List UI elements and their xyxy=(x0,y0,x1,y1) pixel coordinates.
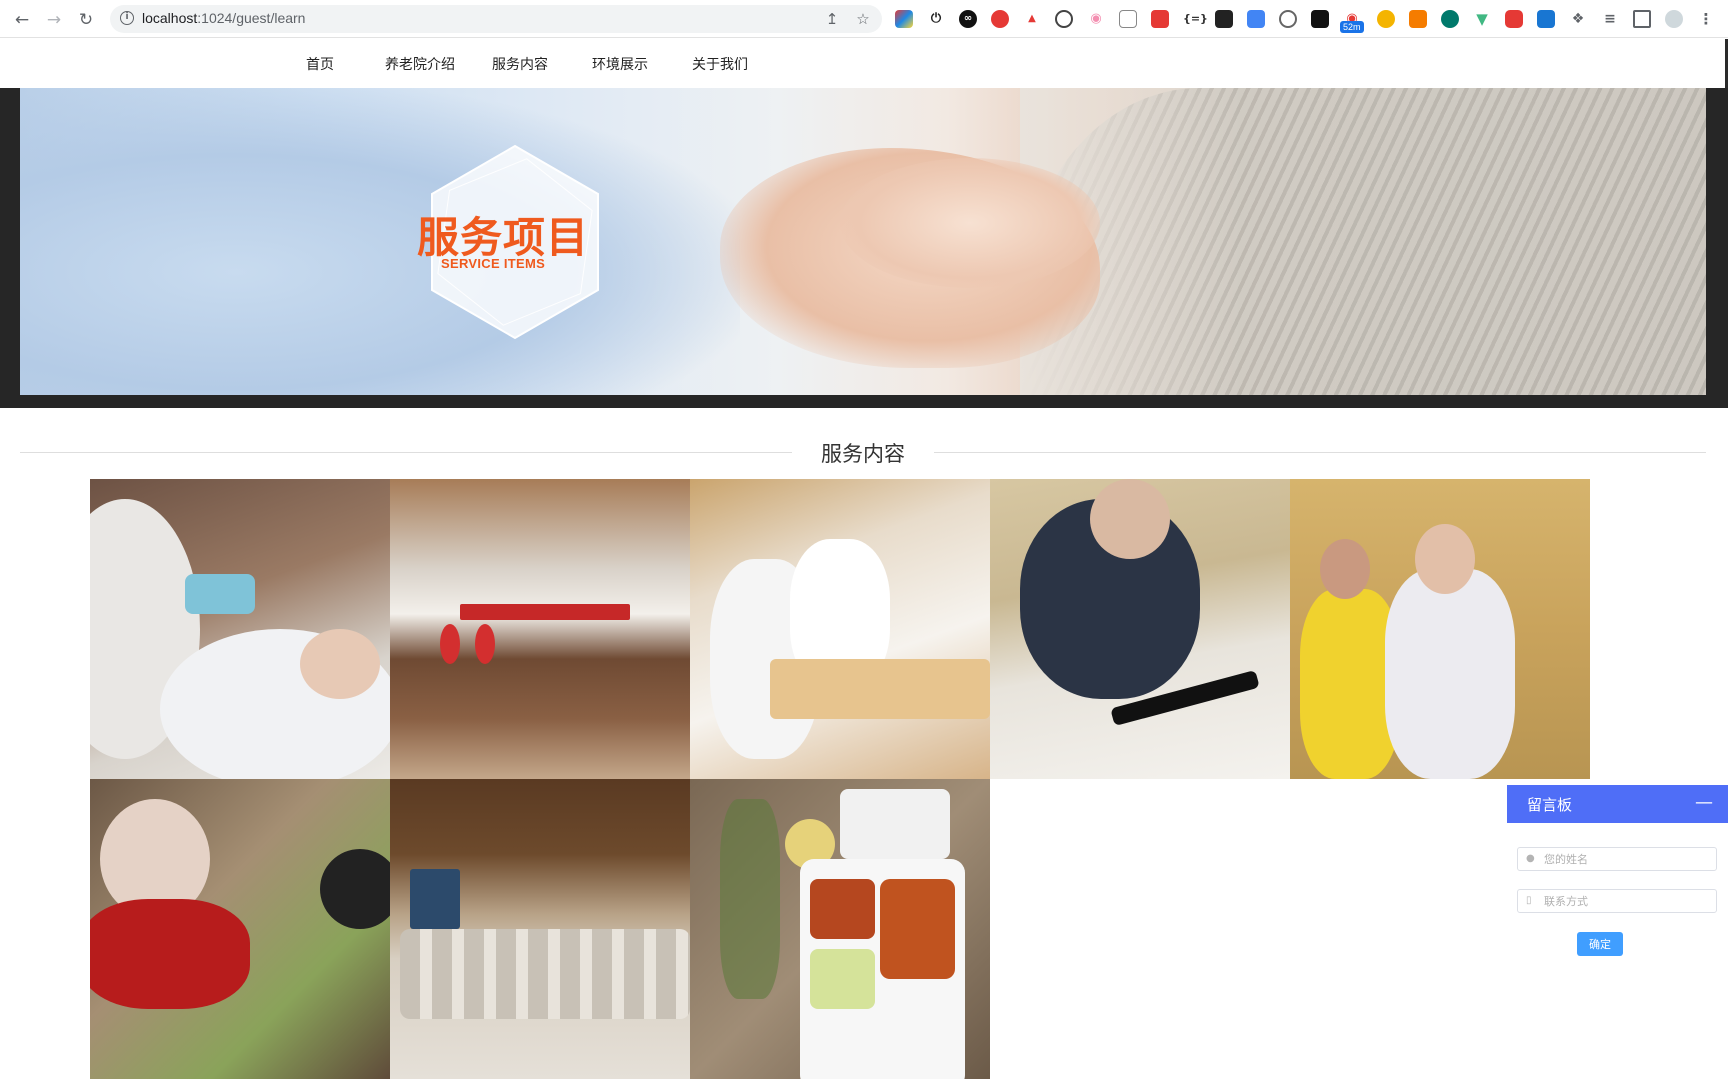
message-board-title: 留言板 xyxy=(1527,796,1573,814)
banner-sleeve xyxy=(20,88,740,395)
side-panel-icon[interactable] xyxy=(1633,10,1651,28)
section-divider-left xyxy=(20,452,792,453)
minimize-icon[interactable]: — xyxy=(1694,792,1714,813)
forward-icon[interactable]: → xyxy=(43,9,65,31)
caregiver-with-elder-photo[interactable] xyxy=(1290,479,1590,779)
phone-icon: ▯ xyxy=(1526,895,1532,906)
extension-infinity-icon[interactable]: ∞ xyxy=(959,10,977,28)
url-path: :1024/guest/learn xyxy=(197,10,306,26)
extension-terminal-icon[interactable] xyxy=(1215,10,1233,28)
browser-menu-icon[interactable]: ⋮ xyxy=(1697,10,1715,28)
site-nav: 首页 养老院介绍 服务内容 环境展示 关于我们 xyxy=(0,39,1728,88)
extension-tree-icon[interactable]: ▲ xyxy=(1023,10,1041,28)
banner-image xyxy=(20,88,1706,395)
name-input[interactable] xyxy=(1544,850,1712,868)
lecture-hall-photo[interactable] xyxy=(390,779,690,1079)
extension-blue-icon[interactable] xyxy=(1247,10,1265,28)
extension-video-icon[interactable] xyxy=(1505,10,1523,28)
nav-item-about[interactable]: 关于我们 xyxy=(692,54,748,74)
banner-subtitle: SERVICE ITEMS xyxy=(441,256,546,271)
extension-badge: 52m xyxy=(1340,21,1364,33)
extension-red-icon[interactable] xyxy=(991,10,1009,28)
extension-teal-icon[interactable] xyxy=(1441,10,1459,28)
reception-desk-photo[interactable] xyxy=(390,479,690,779)
back-icon[interactable]: ← xyxy=(11,9,33,31)
message-board: 留言板 — ● ▯ 确定 xyxy=(1507,785,1728,986)
extension-circle-icon[interactable] xyxy=(1279,10,1297,28)
service-gallery xyxy=(90,479,1590,1079)
extension-puzzle-red-icon[interactable] xyxy=(1151,10,1169,28)
section-title: 服务内容 xyxy=(821,442,905,466)
extensions-puzzle-icon[interactable]: ❖ xyxy=(1569,10,1587,28)
banner-hand-top xyxy=(840,158,1100,288)
extension-cookie-icon[interactable] xyxy=(1377,10,1395,28)
extension-power-icon[interactable]: ⏻ xyxy=(927,10,945,28)
banner-section: 服务项目 SERVICE ITEMS xyxy=(0,88,1728,408)
user-icon: ● xyxy=(1526,853,1535,864)
contact-input[interactable] xyxy=(1544,892,1712,910)
extension-s-icon[interactable] xyxy=(1537,10,1555,28)
nav-item-home[interactable]: 首页 xyxy=(306,54,334,74)
browser-toolbar: ← → ↻ i localhost:1024/guest/learn ↥ ☆ ⏻… xyxy=(0,0,1728,38)
url-text[interactable]: localhost:1024/guest/learn xyxy=(142,10,305,26)
extension-box-icon[interactable] xyxy=(1119,10,1137,28)
nav-item-services[interactable]: 服务内容 xyxy=(492,54,548,74)
elderly-woman-photo[interactable] xyxy=(90,779,390,1079)
share-icon[interactable]: ↥ xyxy=(822,9,842,29)
submit-button[interactable]: 确定 xyxy=(1577,932,1623,956)
message-board-header[interactable]: 留言板 — xyxy=(1507,785,1728,823)
section-divider-right xyxy=(934,452,1706,453)
extension-ghost-icon[interactable] xyxy=(1311,10,1329,28)
profile-avatar-icon[interactable] xyxy=(1665,10,1683,28)
name-field[interactable]: ● xyxy=(1517,847,1717,871)
url-host: localhost xyxy=(142,10,198,26)
meal-tray-photo[interactable] xyxy=(690,779,990,1079)
extension-github-icon[interactable] xyxy=(1055,10,1073,28)
site-info-icon[interactable]: i xyxy=(120,11,134,25)
extension-vue-icon[interactable]: ▼ xyxy=(1473,10,1491,28)
extension-json-icon[interactable]: {=} xyxy=(1183,10,1208,28)
contact-field[interactable]: ▯ xyxy=(1517,889,1717,913)
doctor-with-elder-photo[interactable] xyxy=(690,479,990,779)
nav-item-intro[interactable]: 养老院介绍 xyxy=(385,54,455,74)
nav-item-environment[interactable]: 环境展示 xyxy=(592,54,648,74)
nurse-blood-pressure-photo[interactable] xyxy=(90,479,390,779)
address-bar[interactable]: i localhost:1024/guest/learn ↥ ☆ xyxy=(110,5,882,33)
calligraphy-photo[interactable] xyxy=(990,479,1290,779)
extension-orange-icon[interactable] xyxy=(1409,10,1427,28)
reload-icon[interactable]: ↻ xyxy=(75,9,97,31)
extension-cat-icon[interactable]: ◉ xyxy=(1087,10,1105,28)
bookmark-star-icon[interactable]: ☆ xyxy=(853,9,873,29)
reading-list-icon[interactable]: ≡ xyxy=(1601,10,1619,28)
extension-colorful-icon[interactable] xyxy=(895,10,913,28)
